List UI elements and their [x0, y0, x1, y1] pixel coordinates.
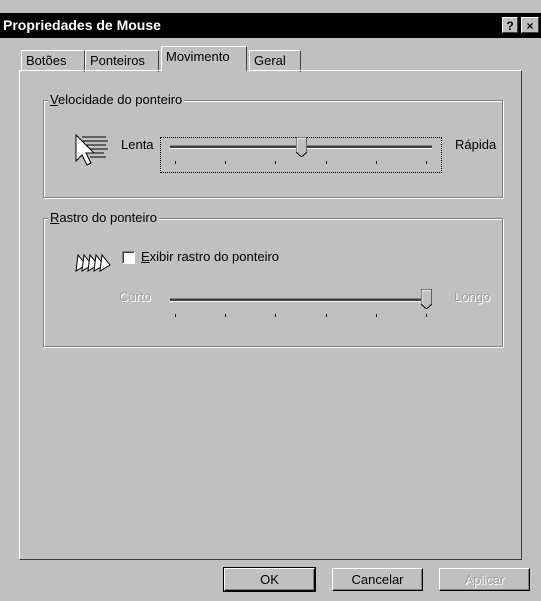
slider-tick [225, 314, 227, 317]
speed-max-label: Rápida [455, 137, 497, 152]
show-trail-checkbox[interactable] [122, 251, 135, 264]
trail-slider-track[interactable] [170, 298, 432, 302]
slider-tick [375, 314, 377, 317]
slider-tick [325, 314, 327, 317]
speed-slider-thumb[interactable] [295, 137, 307, 157]
window-title: Propriedades de Mouse [3, 17, 161, 33]
tab-movimento-label: Movimento [166, 49, 230, 64]
slider-tick [426, 314, 427, 317]
show-trail-label[interactable]: Exibir rastro do ponteiro [141, 249, 279, 264]
speed-min-label: Lenta [121, 137, 154, 152]
pointer-trail-group: Rastro do ponteiro Exibir rastro do pont… [43, 210, 503, 347]
trail-slider-thumb[interactable] [421, 289, 432, 309]
tab-geral[interactable]: Geral [249, 50, 301, 72]
help-button[interactable]: ? [502, 17, 518, 33]
mouse-properties-dialog: Propriedades de Mouse ? × Botões Ponteir… [0, 0, 541, 601]
slider-tick [426, 161, 427, 164]
slider-tick [175, 314, 176, 317]
slider-tick [375, 161, 377, 164]
apply-button[interactable]: Aplicar [439, 568, 530, 591]
trail-max-label: Longo [454, 289, 491, 304]
slider-tick [175, 161, 176, 164]
trail-min-label: Curto [119, 289, 151, 304]
pointer-trail-icon [75, 253, 111, 272]
cancel-button[interactable]: Cancelar [332, 568, 423, 591]
title-bar: Propriedades de Mouse ? × [0, 13, 541, 38]
close-button[interactable]: × [521, 17, 539, 33]
slider-tick [275, 314, 277, 317]
ok-button[interactable]: OK [223, 567, 316, 592]
tab-movimento[interactable]: Movimento [161, 46, 247, 72]
tab-panel-movimento: Velocidade do ponteiro Lenta Rápida Rast… [19, 70, 522, 560]
pointer-speed-group: Velocidade do ponteiro Lenta Rápida [43, 92, 503, 198]
tab-ponteiros[interactable]: Ponteiros [85, 50, 159, 72]
slider-tick [275, 161, 277, 164]
slider-tick [225, 161, 227, 164]
slider-tick [325, 161, 327, 164]
pointer-speed-legend: Velocidade do ponteiro [48, 92, 185, 107]
pointer-trail-legend: Rastro do ponteiro [48, 210, 159, 225]
pointer-speed-icon [75, 133, 108, 166]
tab-botoes[interactable]: Botões [21, 50, 85, 72]
